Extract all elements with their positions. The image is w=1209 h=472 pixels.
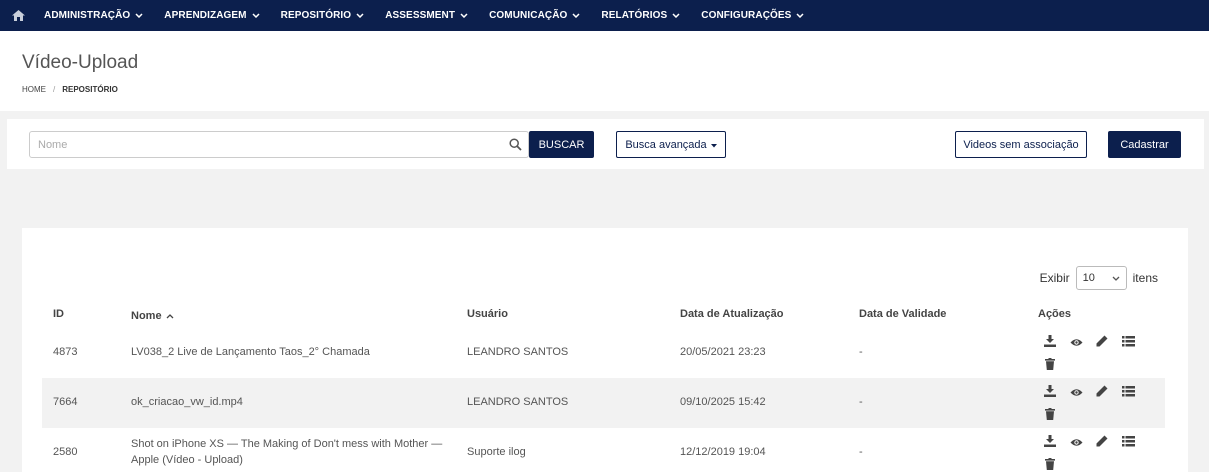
trash-icon[interactable]: [1043, 407, 1057, 421]
busca-avancada-label: Busca avançada: [625, 138, 707, 151]
results-card: Exibir 10 itens ID Nome Usuário Data de …: [22, 228, 1188, 472]
column-header-data-atualizacao[interactable]: Data de Atualização: [680, 308, 784, 320]
sort-up-icon: [166, 310, 174, 322]
breadcrumb: HOME / REPOSITÓRIO: [22, 85, 118, 94]
search-panel: BUSCAR Busca avançada Videos sem associa…: [7, 119, 1204, 169]
page-size-select[interactable]: 10: [1075, 266, 1127, 290]
chevron-down-icon: [460, 10, 468, 21]
nav-item-label: APRENDIZAGEM: [164, 10, 247, 21]
nav-item-label: REPOSITÓRIO: [280, 10, 352, 21]
nav-item-label: ADMINISTRAÇÃO: [44, 10, 131, 21]
column-header-id[interactable]: ID: [53, 308, 64, 320]
cell-nome: LV038_2 Live de Lançamento Taos_2° Chama…: [131, 346, 370, 358]
trash-icon[interactable]: [1043, 457, 1057, 471]
nav-item-aprendizagem[interactable]: APRENDIZAGEM: [164, 10, 260, 21]
cell-data-validade: -: [859, 346, 863, 358]
nav-item-configuracoes[interactable]: CONFIGURAÇÕES: [701, 10, 804, 21]
table-row: 7664 ok_criacao_vw_id.mp4 LEANDRO SANTOS…: [42, 378, 1165, 428]
chevron-down-icon: [672, 10, 680, 21]
itens-label: itens: [1132, 271, 1158, 285]
chevron-down-icon: [572, 10, 580, 21]
page-size-control: Exibir 10 itens: [1040, 266, 1158, 290]
page-header: Vídeo-Upload HOME / REPOSITÓRIO: [0, 31, 1209, 111]
page-size-value: 10: [1082, 272, 1095, 284]
cell-data-atualizacao: 12/12/2019 19:04: [680, 446, 766, 458]
cell-data-validade: -: [859, 396, 863, 408]
download-icon[interactable]: [1043, 334, 1057, 348]
cell-nome: ok_criacao_vw_id.mp4: [131, 396, 243, 408]
list-icon[interactable]: [1121, 384, 1135, 398]
nav-item-comunicacao[interactable]: COMUNICAÇÃO: [489, 10, 580, 21]
cell-usuario: LEANDRO SANTOS: [467, 346, 569, 358]
cell-id: 2580: [53, 446, 78, 458]
breadcrumb-separator: /: [53, 85, 56, 94]
download-icon[interactable]: [1043, 434, 1057, 448]
nav-item-label: COMUNICAÇÃO: [489, 10, 568, 21]
buscar-button[interactable]: BUSCAR: [529, 131, 594, 158]
top-navbar: ADMINISTRAÇÃO APRENDIZAGEM REPOSITÓRIO A…: [0, 0, 1209, 31]
eye-icon[interactable]: [1069, 435, 1083, 449]
cell-nome-line2: Apple (Vídeo - Upload): [131, 454, 243, 466]
nav-item-label: RELATÓRIOS: [601, 10, 668, 21]
exibir-label: Exibir: [1039, 271, 1070, 285]
download-icon[interactable]: [1043, 384, 1057, 398]
table-row: 2580 Shot on iPhone XS — The Making of D…: [42, 428, 1165, 472]
trash-icon[interactable]: [1043, 357, 1057, 371]
chevron-down-icon: [796, 10, 804, 21]
nav-item-label: CONFIGURAÇÕES: [701, 10, 792, 21]
chevron-down-icon: [252, 10, 260, 21]
nav-item-administracao[interactable]: ADMINISTRAÇÃO: [44, 10, 143, 21]
chevron-down-icon: [356, 10, 364, 21]
column-header-nome-label: Nome: [131, 310, 162, 322]
cell-id: 7664: [53, 396, 78, 408]
column-header-acoes: Ações: [1038, 308, 1072, 320]
table-row: 4873 LV038_2 Live de Lançamento Taos_2° …: [42, 328, 1165, 378]
pencil-icon[interactable]: [1095, 384, 1109, 398]
search-input[interactable]: [30, 132, 500, 157]
column-header-usuario[interactable]: Usuário: [467, 308, 508, 320]
caret-down-icon: [710, 139, 717, 151]
cell-data-atualizacao: 09/10/2025 15:42: [680, 396, 766, 408]
breadcrumb-current: REPOSITÓRIO: [62, 85, 118, 94]
nav-item-assessment[interactable]: ASSESSMENT: [385, 10, 468, 21]
column-header-data-validade[interactable]: Data de Validade: [859, 308, 946, 320]
cadastrar-button[interactable]: Cadastrar: [1108, 131, 1181, 158]
cell-usuario: LEANDRO SANTOS: [467, 396, 569, 408]
eye-icon[interactable]: [1069, 335, 1083, 349]
breadcrumb-home[interactable]: HOME: [22, 85, 46, 94]
busca-avancada-button[interactable]: Busca avançada: [616, 131, 726, 158]
chevron-down-icon: [135, 10, 143, 21]
cell-id: 4873: [53, 346, 78, 358]
pencil-icon[interactable]: [1095, 334, 1109, 348]
cell-data-atualizacao: 20/05/2021 23:23: [680, 346, 766, 358]
cell-nome-line1: Shot on iPhone XS — The Making of Don't …: [131, 438, 443, 450]
chevron-down-icon: [1112, 272, 1120, 284]
nav-item-label: ASSESSMENT: [385, 10, 456, 21]
page-title: Vídeo-Upload: [22, 52, 139, 73]
cell-usuario: Suporte ilog: [467, 446, 526, 458]
videos-sem-associacao-button[interactable]: Videos sem associação: [955, 131, 1087, 158]
home-icon[interactable]: [0, 0, 36, 31]
nav-item-relatorios[interactable]: RELATÓRIOS: [601, 10, 680, 21]
search-box: [29, 131, 529, 158]
eye-icon[interactable]: [1069, 385, 1083, 399]
search-icon[interactable]: [509, 138, 522, 156]
pencil-icon[interactable]: [1095, 434, 1109, 448]
column-header-nome[interactable]: Nome: [131, 310, 174, 322]
nav-item-repositorio[interactable]: REPOSITÓRIO: [281, 10, 365, 21]
list-icon[interactable]: [1121, 434, 1135, 448]
list-icon[interactable]: [1121, 334, 1135, 348]
cell-data-validade: -: [859, 446, 863, 458]
